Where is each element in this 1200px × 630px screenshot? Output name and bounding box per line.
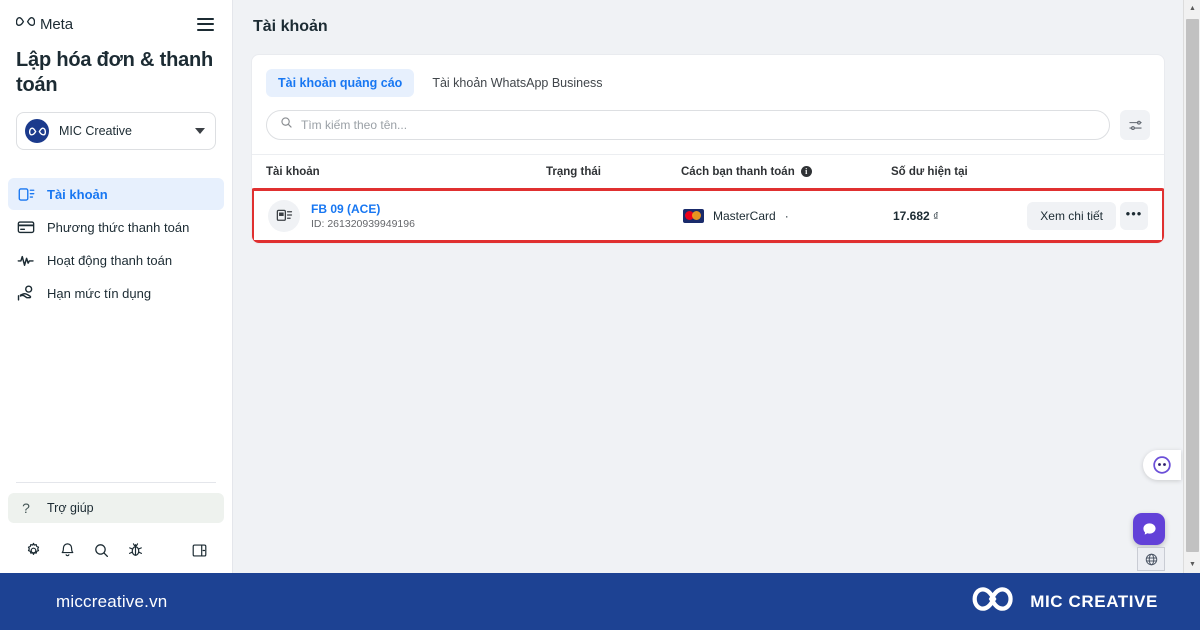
filter-sliders-icon[interactable] — [1120, 110, 1150, 140]
tab-whatsapp-business-accounts[interactable]: Tài khoản WhatsApp Business — [420, 69, 614, 97]
search-icon — [280, 116, 293, 134]
business-selector[interactable]: MIC Creative — [16, 112, 216, 150]
chat-icon — [1142, 522, 1156, 535]
messenger-face-icon — [1153, 456, 1171, 474]
balance-amount: 17.682 — [893, 208, 930, 223]
globe-icon — [1145, 553, 1157, 565]
help-button[interactable]: ? Trợ giúp — [8, 493, 224, 523]
account-avatar-icon — [268, 199, 300, 232]
sidebar-item-payment-activity[interactable]: Hoạt động thanh toán — [8, 244, 224, 276]
table-header: Tài khoản Trạng thái Cách bạn thanh toán… — [252, 154, 1164, 188]
scroll-up-arrow-icon[interactable]: ▲ — [1184, 0, 1200, 17]
column-header-balance: Số dư hiện tại — [891, 165, 968, 178]
row-actions: Xem chi tiết ••• — [1027, 201, 1148, 230]
info-icon[interactable]: i — [800, 166, 812, 177]
footer-website-url: miccreative.vn — [56, 591, 168, 611]
column-header-payment: Cách bạn thanh toán i — [681, 166, 891, 178]
meta-header-row: Meta — [15, 12, 216, 36]
account-name-link[interactable]: FB 09 (ACE) — [311, 202, 415, 217]
account-cell: FB 09 (ACE) ID: 261320939949196 — [268, 199, 548, 232]
sidebar-footer: ? Trợ giúp — [0, 482, 232, 573]
sidebar-item-payment-methods[interactable]: Phương thức thanh toán — [8, 211, 224, 243]
sidebar-item-label: Tài khoản — [47, 186, 108, 202]
sidebar-nav: Tài khoản Phương thức thanh toán Hoạt độ… — [0, 178, 232, 309]
tab-ad-accounts[interactable]: Tài khoản quảng cáo — [266, 69, 415, 97]
panel-toggle-icon[interactable] — [182, 537, 216, 563]
payment-brand-label: MasterCard — [713, 208, 776, 223]
account-id: ID: 261320939949196 — [311, 217, 415, 230]
more-options-button[interactable]: ••• — [1120, 201, 1148, 230]
credit-card-icon — [16, 217, 36, 237]
column-header-payment-label: Cách bạn thanh toán — [681, 165, 795, 178]
column-header-status: Trạng thái — [546, 165, 601, 178]
scrollbar-thumb[interactable] — [1186, 19, 1199, 552]
help-label: Trợ giúp — [47, 501, 94, 515]
footer-brand: MIC CREATIVE — [971, 584, 1158, 619]
chat-widget-button[interactable] — [1133, 513, 1165, 545]
credit-limit-hand-icon — [16, 283, 36, 303]
search-input[interactable] — [301, 118, 1096, 132]
main-heading: Tài khoản — [253, 18, 328, 35]
question-mark-icon: ? — [22, 500, 30, 516]
sidebar-header: Meta Lập hóa đơn & thanh toán MIC Creati… — [0, 0, 232, 150]
search-row — [252, 110, 1164, 154]
balance-currency-unit: ₫ — [933, 210, 939, 223]
business-name: MIC Creative — [59, 124, 132, 138]
footer-brand-name: MIC CREATIVE — [1030, 591, 1158, 611]
tab-bar: Tài khoản quảng cáo Tài khoản WhatsApp B… — [252, 55, 1164, 110]
sidebar-icon-row — [8, 537, 224, 563]
main-content: Tài khoản Tài khoản quảng cáo Tài khoản … — [233, 0, 1183, 573]
footer-banner: miccreative.vn MIC CREATIVE — [0, 573, 1200, 630]
meta-infinity-icon — [15, 15, 36, 33]
sidebar-item-accounts[interactable]: Tài khoản — [8, 178, 224, 210]
messenger-face-widget[interactable] — [1143, 450, 1181, 480]
sidebar-item-label: Hạn mức tín dụng — [47, 285, 152, 301]
highlight-annotation: FB 09 (ACE) ID: 261320939949196 MasterCa… — [252, 188, 1164, 243]
page-title: Lập hóa đơn & thanh toán — [16, 49, 214, 96]
activity-pulse-icon — [16, 250, 36, 270]
sidebar: Meta Lập hóa đơn & thanh toán MIC Creati… — [0, 0, 233, 573]
search-icon[interactable] — [84, 537, 118, 563]
table-row[interactable]: FB 09 (ACE) ID: 261320939949196 MasterCa… — [254, 191, 1162, 240]
bell-icon[interactable] — [50, 537, 84, 563]
sidebar-item-label: Hoạt động thanh toán — [47, 252, 173, 268]
business-avatar — [25, 119, 49, 143]
payment-suffix: · — [784, 208, 789, 223]
browser-scrollbar[interactable]: ▲ ▼ — [1183, 0, 1200, 573]
scroll-down-arrow-icon[interactable]: ▼ — [1184, 556, 1200, 573]
sidebar-item-label: Phương thức thanh toán — [47, 219, 190, 235]
accounts-icon — [16, 184, 36, 204]
app-root: Meta Lập hóa đơn & thanh toán MIC Creati… — [0, 0, 1200, 630]
globe-widget-button[interactable] — [1137, 547, 1165, 571]
chevron-down-icon — [195, 128, 205, 134]
meta-logo: Meta — [15, 15, 73, 33]
accounts-card: Tài khoản quảng cáo Tài khoản WhatsApp B… — [251, 54, 1165, 244]
meta-wordmark: Meta — [40, 15, 73, 33]
payment-method-cell: MasterCard · — [683, 208, 893, 223]
sidebar-divider — [16, 482, 216, 483]
gear-icon[interactable] — [16, 537, 50, 563]
column-header-account: Tài khoản — [266, 165, 320, 178]
mastercard-icon — [683, 208, 704, 223]
account-text-block: FB 09 (ACE) ID: 261320939949196 — [311, 202, 415, 230]
hamburger-menu-icon[interactable] — [195, 15, 216, 34]
bug-icon[interactable] — [118, 537, 152, 563]
view-details-button[interactable]: Xem chi tiết — [1027, 201, 1116, 230]
sidebar-item-credit-limit[interactable]: Hạn mức tín dụng — [8, 277, 224, 309]
mic-creative-logo-icon — [971, 584, 1017, 619]
search-box[interactable] — [266, 110, 1110, 140]
balance-cell: 17.682 ₫ — [893, 209, 1027, 223]
